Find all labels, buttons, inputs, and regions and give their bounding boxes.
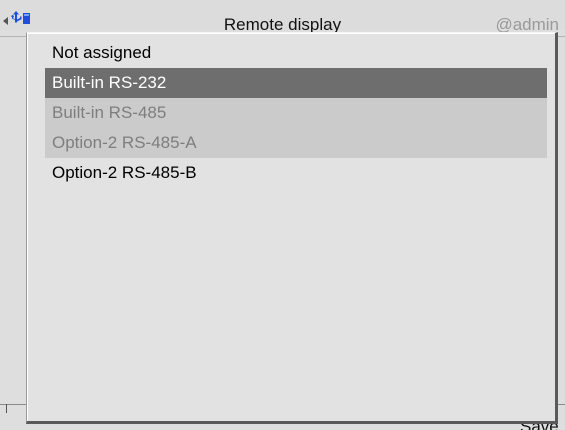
remote-display-screen: Remote display @admin Save Not assigned … [0,0,565,430]
list-item-not-assigned[interactable]: Not assigned [45,38,547,68]
title-bar: Remote display @admin [0,0,565,34]
list-item-option2-rs485-a: Option-2 RS-485-A [45,128,547,158]
list-item-builtin-rs485: Built-in RS-485 [45,98,547,128]
list-item-builtin-rs232[interactable]: Built-in RS-232 [45,68,547,98]
port-selection-popup: Not assigned Built-in RS-232 Built-in RS… [26,32,558,424]
list-item-option2-rs485-b[interactable]: Option-2 RS-485-B [45,158,547,188]
port-list: Not assigned Built-in RS-232 Built-in RS… [45,38,547,188]
footer-tick [6,404,7,413]
